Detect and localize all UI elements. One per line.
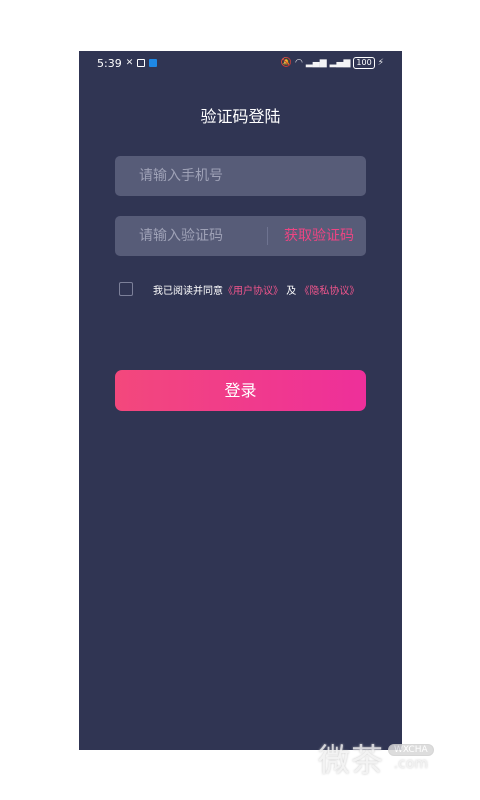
agreement-and: 及 (286, 285, 297, 297)
missed-call-icon: ✕ (125, 58, 134, 68)
agreement-text: 我已阅读并同意《用户协议》 及 《隐私协议》 (153, 282, 359, 297)
watermark-text: 微茶 (318, 741, 385, 779)
code-field: 获取验证码 (115, 216, 366, 256)
watermark-side: WXCHA .com (388, 744, 434, 772)
wifi-icon: ◠ (295, 58, 303, 68)
field-divider (267, 227, 268, 245)
mute-icon: 🔕 (280, 58, 292, 68)
phone-input[interactable] (115, 156, 366, 196)
code-input[interactable] (115, 216, 265, 256)
login-button[interactable]: 登录 (115, 370, 366, 411)
battery-icon: 100 (353, 57, 375, 69)
charging-icon: ⚡ (377, 58, 384, 68)
watermark-domain: .com (393, 756, 428, 772)
agreement-row: 我已阅读并同意《用户协议》 及 《隐私协议》 (119, 281, 379, 297)
agree-checkbox[interactable] (119, 282, 133, 296)
phone-field (115, 156, 366, 196)
privacy-agreement-link[interactable]: 《隐私协议》 (299, 286, 359, 297)
status-bar: 5:39 ✕ 🔕 ◠ ▂▄▆ ▂▄▆ 100 ⚡ (79, 51, 402, 75)
agreement-prefix: 我已阅读并同意 (153, 285, 223, 297)
get-code-button[interactable]: 获取验证码 (284, 216, 354, 256)
user-agreement-link[interactable]: 《用户协议》 (223, 286, 283, 297)
app-screen: 5:39 ✕ 🔕 ◠ ▂▄▆ ▂▄▆ 100 ⚡ 验证码登陆 获取验证码 我已阅… (79, 51, 402, 750)
status-time: 5:39 (97, 56, 122, 70)
message-icon (137, 59, 146, 67)
signal-icon: ▂▄▆ (305, 58, 327, 68)
watermark: 微茶 WXCHA .com (318, 735, 434, 781)
status-right: 🔕 ◠ ▂▄▆ ▂▄▆ 100 ⚡ (281, 57, 384, 69)
signal-2-icon: ▂▄▆ (329, 58, 351, 68)
watermark-badge: WXCHA (388, 744, 434, 756)
status-left: 5:39 ✕ (97, 56, 158, 70)
page-title: 验证码登陆 (200, 107, 281, 126)
app-notification-icon (149, 59, 158, 67)
